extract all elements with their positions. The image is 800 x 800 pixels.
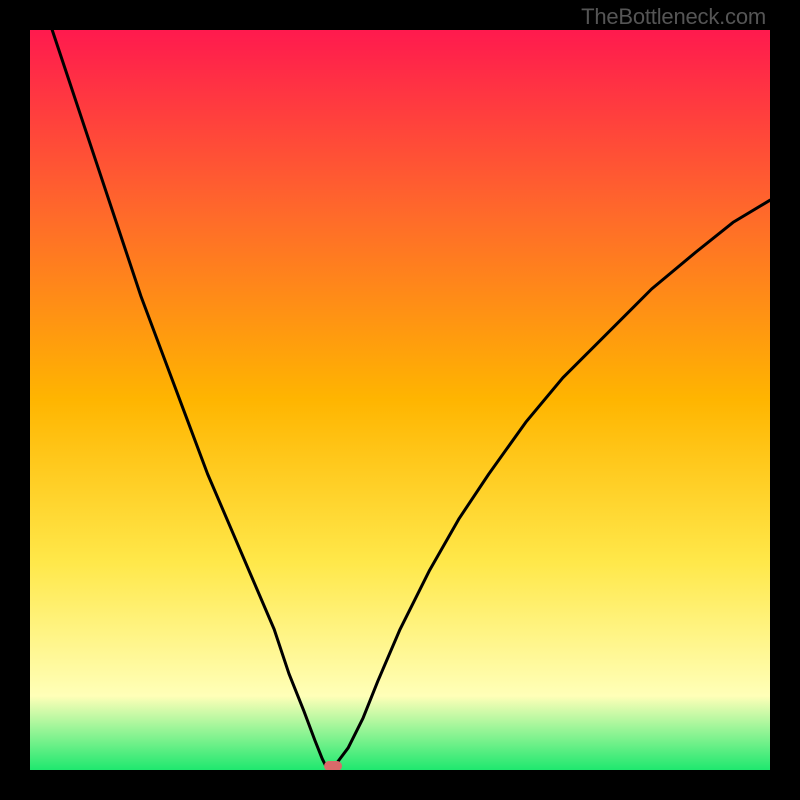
watermark-text: TheBottleneck.com xyxy=(581,4,766,30)
chart-frame: TheBottleneck.com xyxy=(0,0,800,800)
plot-area xyxy=(30,30,770,770)
bottleneck-curve xyxy=(30,30,770,770)
